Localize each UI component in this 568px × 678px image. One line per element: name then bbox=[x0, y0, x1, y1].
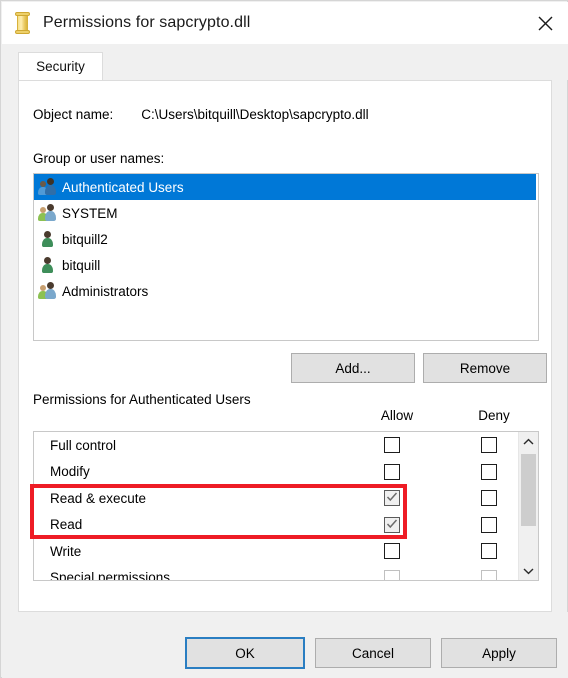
object-name-label: Object name: bbox=[33, 107, 114, 122]
remove-button-label: Remove bbox=[459, 360, 511, 376]
user-icon bbox=[38, 256, 56, 274]
allow-checkbox[interactable] bbox=[384, 463, 400, 480]
add-button-label: Add... bbox=[335, 360, 371, 376]
allow-checkbox[interactable] bbox=[384, 543, 400, 560]
allow-checkbox[interactable] bbox=[384, 490, 400, 507]
permission-row[interactable]: Read & execute bbox=[34, 485, 518, 512]
permission-name: Write bbox=[50, 543, 82, 559]
allow-column-header: Allow bbox=[380, 408, 414, 423]
remove-button[interactable]: Remove bbox=[423, 353, 547, 383]
deny-column-header: Deny bbox=[478, 408, 510, 423]
tab-strip: Security bbox=[2, 44, 568, 80]
user-icon bbox=[38, 230, 56, 248]
list-item[interactable]: bitquill bbox=[34, 252, 538, 278]
group-icon bbox=[38, 282, 56, 300]
allow-checkbox[interactable] bbox=[384, 437, 400, 454]
permission-row[interactable]: Full control bbox=[34, 432, 518, 459]
cancel-button-label: Cancel bbox=[351, 645, 395, 661]
permission-name: Special permissions bbox=[50, 570, 171, 581]
permissions-dialog: Permissions for sapcrypto.dll Security O… bbox=[0, 0, 568, 678]
scroll-up-icon[interactable] bbox=[519, 432, 538, 451]
list-item-label: Administrators bbox=[62, 283, 149, 299]
permission-row[interactable]: Special permissions bbox=[34, 565, 518, 581]
permission-row[interactable]: Modify bbox=[34, 459, 518, 486]
apply-button-label: Apply bbox=[482, 645, 516, 661]
object-name-value: C:\Users\bitquill\Desktop\sapcrypto.dll bbox=[141, 107, 369, 122]
title-bar: Permissions for sapcrypto.dll bbox=[2, 2, 568, 44]
ok-button[interactable]: OK bbox=[185, 637, 305, 669]
tab-security[interactable]: Security bbox=[18, 52, 103, 80]
group-names-label: Group or user names: bbox=[33, 151, 165, 166]
list-item[interactable]: Administrators bbox=[34, 278, 538, 304]
deny-checkbox[interactable] bbox=[481, 569, 497, 580]
ok-button-label: OK bbox=[235, 645, 255, 661]
object-name-row: Object name: C:\Users\bitquill\Desktop\s… bbox=[33, 107, 369, 122]
add-button[interactable]: Add... bbox=[291, 353, 415, 383]
scroll-icon bbox=[13, 12, 33, 34]
group-icon bbox=[38, 204, 56, 222]
scrollbar-thumb[interactable] bbox=[521, 454, 536, 526]
list-item-label: bitquill2 bbox=[62, 231, 108, 247]
allow-checkbox[interactable] bbox=[384, 569, 400, 580]
cancel-button[interactable]: Cancel bbox=[315, 638, 431, 668]
list-item-label: bitquill bbox=[62, 257, 101, 273]
list-item[interactable]: Authenticated Users bbox=[34, 174, 536, 200]
list-item[interactable]: SYSTEM bbox=[34, 200, 538, 226]
permission-name: Full control bbox=[50, 437, 117, 453]
deny-checkbox[interactable] bbox=[481, 516, 497, 533]
group-icon bbox=[38, 178, 56, 196]
apply-button[interactable]: Apply bbox=[441, 638, 557, 668]
deny-checkbox[interactable] bbox=[481, 543, 497, 560]
permissions-scrollbar[interactable] bbox=[518, 432, 538, 580]
deny-checkbox[interactable] bbox=[481, 437, 497, 454]
permission-name: Read & execute bbox=[50, 490, 147, 506]
permission-row[interactable]: Read bbox=[34, 512, 518, 539]
permission-row[interactable]: Write bbox=[34, 538, 518, 565]
list-item[interactable]: bitquill2 bbox=[34, 226, 538, 252]
list-item-label: SYSTEM bbox=[62, 205, 118, 221]
permissions-list[interactable]: Full control Modify Read & execute Read … bbox=[33, 431, 539, 581]
list-item-label: Authenticated Users bbox=[62, 179, 184, 195]
permissions-label: Permissions for Authenticated Users bbox=[33, 392, 251, 407]
deny-checkbox[interactable] bbox=[481, 463, 497, 480]
close-button[interactable] bbox=[522, 2, 568, 44]
scroll-down-icon[interactable] bbox=[519, 561, 538, 580]
allow-checkbox[interactable] bbox=[384, 516, 400, 533]
deny-checkbox[interactable] bbox=[481, 490, 497, 507]
tab-security-label: Security bbox=[36, 59, 85, 74]
permission-name: Modify bbox=[50, 464, 90, 480]
window-title: Permissions for sapcrypto.dll bbox=[43, 14, 251, 31]
security-tab-panel: Object name: C:\Users\bitquill\Desktop\s… bbox=[18, 80, 552, 612]
group-user-list[interactable]: Authenticated Users SYSTEM bitquill2 bit… bbox=[33, 173, 539, 341]
permission-name: Read bbox=[50, 517, 83, 533]
